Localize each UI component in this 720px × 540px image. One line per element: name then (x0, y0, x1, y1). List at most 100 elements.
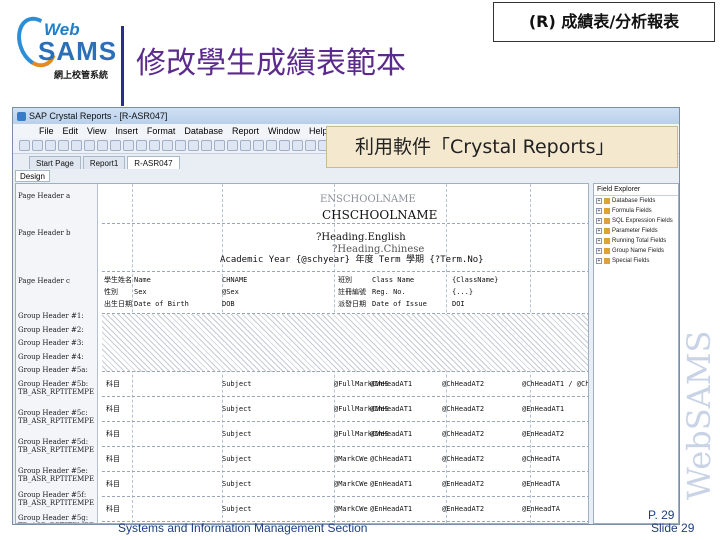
expand-icon[interactable]: + (596, 208, 602, 214)
expand-icon[interactable]: + (596, 198, 602, 204)
head-extra-field[interactable]: @ChHeadAT1 / @ChHeadAT2 (522, 380, 588, 388)
toolbar-button-icon[interactable] (97, 140, 108, 151)
school-name-ch-field[interactable]: CHSCHOOLNAME (322, 208, 437, 222)
head-at2-field[interactable]: @EnHeadAT2 (442, 480, 484, 488)
toolbar-button-icon[interactable] (279, 140, 290, 151)
subject-en-label[interactable]: Subject (222, 430, 252, 438)
student-value-field[interactable]: {...} (452, 288, 473, 296)
school-name-en-field[interactable]: ENSCHOOLNAME (320, 194, 416, 205)
field-explorer-item[interactable]: + Formula Fields (594, 206, 678, 216)
tab-start-page[interactable]: Start Page (29, 156, 81, 169)
toolbar-button-icon[interactable] (123, 140, 134, 151)
head-extra-field[interactable]: @EnHeadAT1 (522, 405, 564, 413)
student-value-field[interactable]: CHNAME (222, 276, 247, 284)
fullmark-field[interactable]: @MarkCWe (334, 455, 368, 463)
heading-english-field[interactable]: ?Heading.English (316, 232, 406, 243)
expand-icon[interactable]: + (596, 218, 602, 224)
head-at1-field[interactable]: @EnHeadAT1 (370, 480, 412, 488)
toolbar-button-icon[interactable] (110, 140, 121, 151)
subject-ch-label[interactable]: 科目 (106, 455, 120, 463)
toolbar-button-icon[interactable] (45, 140, 56, 151)
toolbar-button-icon[interactable] (136, 140, 147, 151)
toolbar-button-icon[interactable] (84, 140, 95, 151)
head-at1-field[interactable]: @EnHeadAT1 (370, 505, 412, 513)
tab-design[interactable]: Design (15, 170, 50, 182)
toolbar-button-icon[interactable] (71, 140, 82, 151)
subject-ch-label[interactable]: 科目 (106, 380, 120, 388)
menu-item-format[interactable]: Format (147, 124, 176, 138)
subject-ch-label[interactable]: 科目 (106, 480, 120, 488)
expand-icon[interactable]: + (596, 248, 602, 254)
subject-en-label[interactable]: Subject (222, 480, 252, 488)
subject-ch-label[interactable]: 科目 (106, 430, 120, 438)
head-at1-field[interactable]: @ChHeadAT1 (370, 455, 412, 463)
field-explorer-item[interactable]: + Database Fields (594, 196, 678, 206)
head-at1-field[interactable]: @ChHeadAT1 (370, 405, 412, 413)
head-at2-field[interactable]: @EnHeadAT2 (442, 505, 484, 513)
menu-item-report[interactable]: Report (232, 124, 259, 138)
logo-sams-text: SAMS (38, 36, 118, 66)
expand-icon[interactable]: + (596, 238, 602, 244)
toolbar-button-icon[interactable] (162, 140, 173, 151)
toolbar-button-icon[interactable] (175, 140, 186, 151)
toolbar-button-icon[interactable] (188, 140, 199, 151)
subject-en-label[interactable]: Subject (222, 455, 252, 463)
toolbar-button-icon[interactable] (58, 140, 69, 151)
menu-item-edit[interactable]: Edit (63, 124, 79, 138)
head-at2-field[interactable]: @ChHeadAT2 (442, 380, 484, 388)
head-at2-field[interactable]: @ChHeadAT2 (442, 430, 484, 438)
tab-report1[interactable]: Report1 (82, 156, 126, 169)
field-explorer-item[interactable]: + Parameter Fields (594, 226, 678, 236)
toolbar-button-icon[interactable] (227, 140, 238, 151)
subject-en-label[interactable]: Subject (222, 380, 252, 388)
toolbar-button-icon[interactable] (214, 140, 225, 151)
menu-item-help[interactable]: Help (309, 124, 328, 138)
heading-chinese-field[interactable]: ?Heading.Chinese (332, 244, 424, 255)
field-explorer-item[interactable]: + Group Name Fields (594, 246, 678, 256)
toolbar-button-icon[interactable] (266, 140, 277, 151)
student-value-field[interactable]: {ClassName} (452, 276, 498, 284)
student-value-field[interactable]: DOI (452, 300, 465, 308)
student-value-field[interactable]: @Sex (222, 288, 239, 296)
head-at1-field[interactable]: @ChHeadAT1 (370, 430, 412, 438)
expand-icon[interactable]: + (596, 228, 602, 234)
head-at1-field[interactable]: @ChHeadAT1 (370, 380, 412, 388)
head-extra-field[interactable]: @EnHeadTA (522, 480, 560, 488)
menu-item-window[interactable]: Window (268, 124, 300, 138)
subject-en-label[interactable]: Subject (222, 505, 252, 513)
report-design-area[interactable]: Page Header a Page Header b Page Header c G… (15, 183, 589, 524)
head-at2-field[interactable]: @ChHeadAT2 (442, 405, 484, 413)
section-label: Group Header #5e: TB_ASR_RPTITEMPE (18, 467, 95, 484)
head-extra-field[interactable]: @EnHeadAT2 (522, 430, 564, 438)
menu-item-file[interactable]: File (39, 124, 54, 138)
head-at2-field[interactable]: @ChHeadAT2 (442, 455, 484, 463)
field-explorer-item[interactable]: + Special Fields (594, 256, 678, 266)
toolbar-button-icon[interactable] (292, 140, 303, 151)
head-extra-field[interactable]: @EnHeadTA (522, 505, 560, 513)
toolbar-button-icon[interactable] (253, 140, 264, 151)
menu-item-view[interactable]: View (87, 124, 106, 138)
toolbar-button-icon[interactable] (32, 140, 43, 151)
fullmark-field[interactable]: @MarkCWe (334, 505, 368, 513)
field-explorer-item[interactable]: + Running Total Fields (594, 236, 678, 246)
subject-ch-label[interactable]: 科目 (106, 505, 120, 513)
subject-en-label[interactable]: Subject (222, 405, 252, 413)
subject-ch-label[interactable]: 科目 (106, 405, 120, 413)
head-extra-field[interactable]: @ChHeadTA (522, 455, 560, 463)
menu-item-insert[interactable]: Insert (115, 124, 138, 138)
report-canvas[interactable]: ENSCHOOLNAME CHSCHOOLNAME ?Heading.Engli… (102, 184, 588, 523)
toolbar-button-icon[interactable] (201, 140, 212, 151)
toolbar-button-icon[interactable] (305, 140, 316, 151)
fullmark-field[interactable]: @MarkCWe (334, 480, 368, 488)
toolbar-button-icon[interactable] (240, 140, 251, 151)
field-explorer-item-label: SQL Expression Fields (612, 218, 673, 224)
academic-year-field[interactable]: Academic Year {@schyear} 年度 Term 學期 {?Te… (220, 256, 484, 265)
toolbar-button-icon[interactable] (149, 140, 160, 151)
expand-icon[interactable]: + (596, 258, 602, 264)
menu-item-database[interactable]: Database (184, 124, 223, 138)
field-explorer-item[interactable]: + SQL Expression Fields (594, 216, 678, 226)
student-value-field[interactable]: DOB (222, 300, 235, 308)
tab-r-asr047[interactable]: R-ASR047 (127, 156, 180, 169)
toolbar-button-icon[interactable] (19, 140, 30, 151)
band-page-header-b: ?Heading.English ?Heading.Chinese Academ… (102, 224, 588, 272)
